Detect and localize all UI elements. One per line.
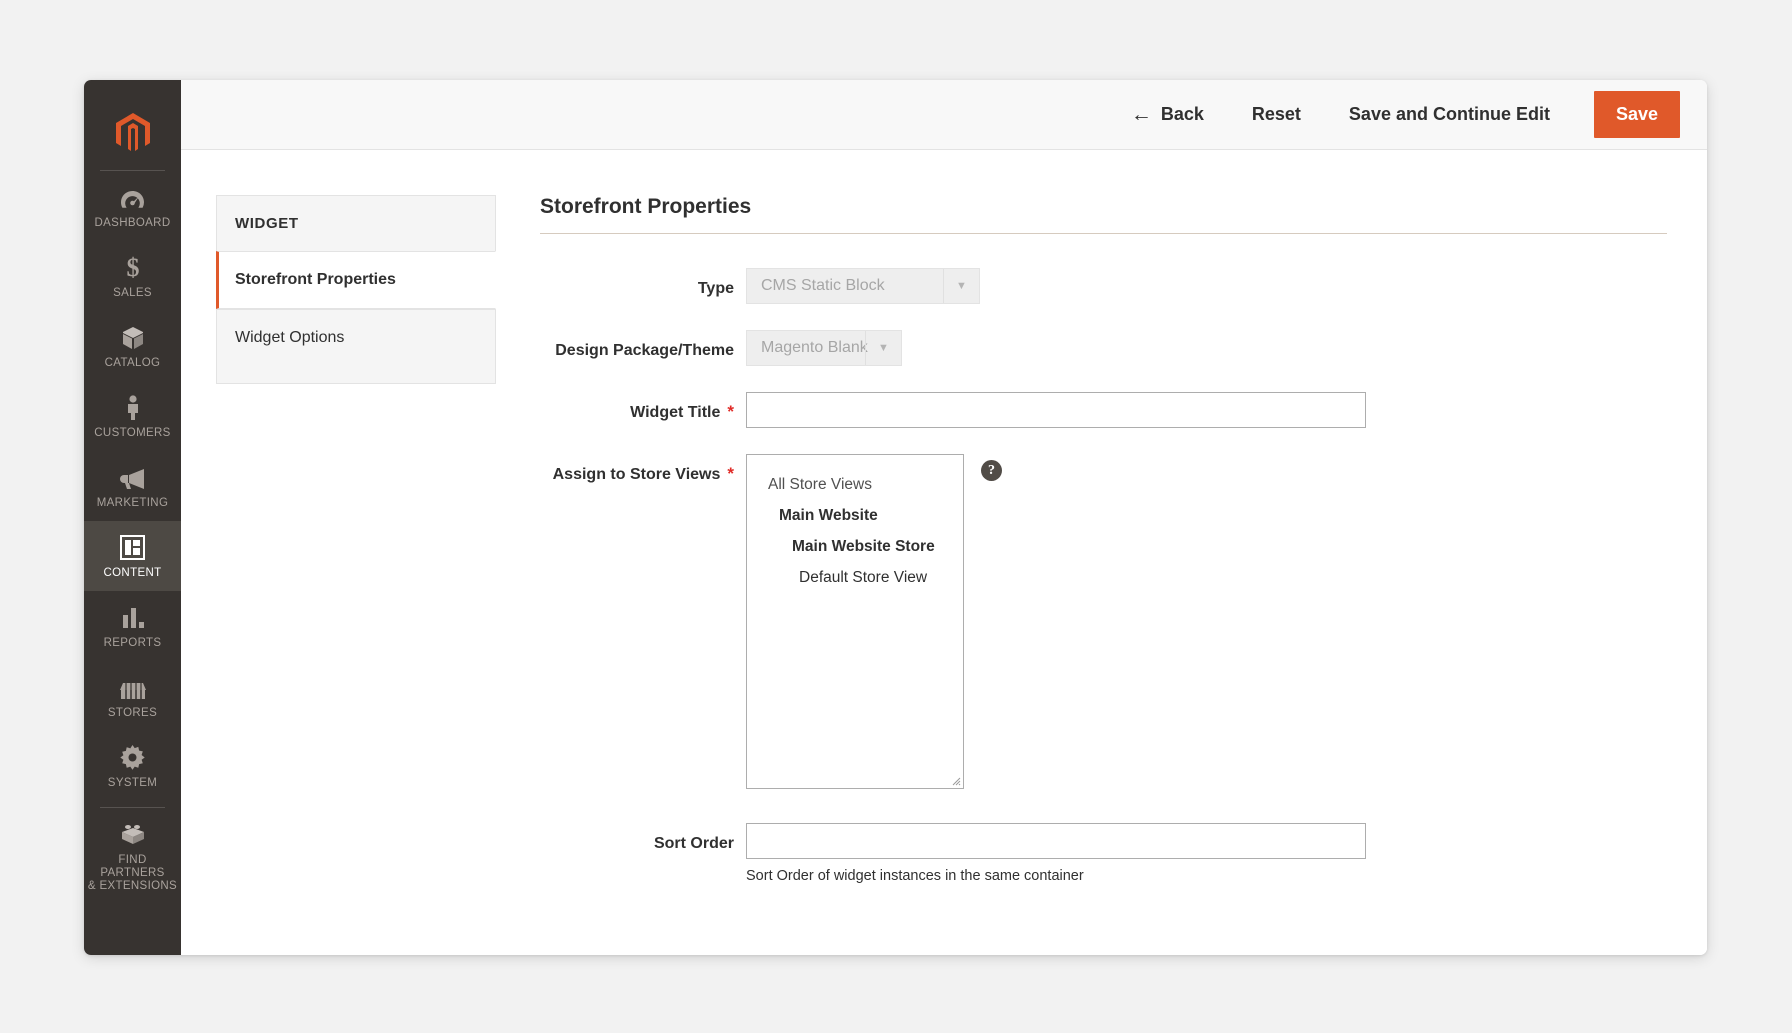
sidebar-item-stores[interactable]: STORES: [84, 661, 181, 731]
sidebar-item-customers[interactable]: CUSTOMERS: [84, 381, 181, 451]
person-icon: [125, 393, 141, 420]
widget-nav-heading: WIDGET: [216, 195, 496, 251]
sidebar-item-label: FIND PARTNERS & EXTENSIONS: [87, 854, 178, 892]
field-row-type: Type CMS Static Block ▼: [540, 268, 1667, 304]
sidebar-item-reports[interactable]: REPORTS: [84, 591, 181, 661]
back-button[interactable]: ← Back: [1119, 96, 1216, 133]
magento-logo[interactable]: [84, 102, 181, 164]
field-row-widget-title: Widget Title *: [540, 392, 1667, 428]
widget-title-label: Widget Title *: [540, 392, 746, 423]
widget-title-label-text: Widget Title: [630, 404, 721, 421]
type-label-text: Type: [697, 280, 734, 297]
reset-button[interactable]: Reset: [1240, 96, 1313, 133]
widget-title-input[interactable]: [746, 392, 1366, 428]
resize-grip-icon[interactable]: [949, 774, 961, 786]
sidebar-item-label: MARKETING: [96, 497, 169, 509]
required-marker: *: [727, 464, 734, 483]
save-and-continue-edit-label: Save and Continue Edit: [1348, 104, 1550, 124]
type-select-value: CMS Static Block: [761, 277, 885, 294]
widget-nav-item-widget-options[interactable]: Widget Options: [216, 309, 496, 384]
sidebar-item-catalog[interactable]: CATALOG: [84, 311, 181, 381]
sort-order-control: Sort Order of widget instances in the sa…: [746, 823, 1667, 884]
store-view-option-all[interactable]: All Store Views: [747, 469, 963, 500]
save-button[interactable]: Save: [1593, 91, 1680, 138]
sort-order-label: Sort Order: [540, 823, 746, 854]
sidebar-item-find-partners[interactable]: FIND PARTNERS & EXTENSIONS: [84, 808, 181, 904]
dashboard-gauge-icon: [120, 183, 145, 210]
widget-title-control: [746, 392, 1667, 428]
sidebar-item-system[interactable]: SYSTEM: [84, 731, 181, 801]
bar-chart-icon: [121, 603, 145, 630]
svg-text:$: $: [126, 254, 139, 280]
sidebar-item-dashboard[interactable]: DASHBOARD: [84, 171, 181, 241]
store-view-option-store-view[interactable]: Default Store View: [747, 562, 963, 593]
widget-nav-item-label: Storefront Properties: [235, 271, 396, 288]
sidebar-item-marketing[interactable]: MARKETING: [84, 451, 181, 521]
sort-order-input[interactable]: [746, 823, 1366, 859]
store-views-listbox[interactable]: All Store Views Main Website Main Websit…: [746, 454, 964, 789]
sort-order-note: Sort Order of widget instances in the sa…: [746, 868, 1084, 884]
sidebar-item-label: REPORTS: [103, 637, 162, 649]
design-theme-label: Design Package/Theme: [540, 330, 746, 361]
design-theme-label-text: Design Package/Theme: [555, 342, 734, 359]
design-theme-select[interactable]: Magento Blank ▼: [746, 330, 902, 366]
field-row-sort-order: Sort Order Sort Order of widget instance…: [540, 823, 1667, 884]
widget-nav-item-storefront-properties[interactable]: Storefront Properties: [216, 251, 496, 309]
page-body: WIDGET Storefront Properties Widget Opti…: [181, 150, 1707, 955]
design-theme-control: Magento Blank ▼: [746, 330, 1667, 366]
sidebar-item-content[interactable]: CONTENT: [84, 521, 181, 591]
megaphone-icon: [119, 463, 146, 490]
main-content-column: ← Back Reset Save and Continue Edit Save…: [181, 80, 1707, 955]
chevron-down-icon: ▼: [943, 269, 979, 303]
sidebar-item-label: CONTENT: [103, 567, 162, 579]
type-label: Type: [540, 268, 746, 299]
sidebar-item-label: SYSTEM: [107, 777, 158, 789]
sidebar-item-label: CUSTOMERS: [94, 427, 171, 439]
store-view-option-store-group[interactable]: Main Website Store: [747, 531, 963, 562]
storefront-properties-form: Storefront Properties Type CMS Static Bl…: [511, 195, 1707, 955]
sidebar-item-label: SALES: [113, 287, 152, 299]
sidebar-item-sales[interactable]: $ SALES: [84, 241, 181, 311]
page-title: Storefront Properties: [540, 195, 752, 218]
back-button-label: Back: [1160, 104, 1204, 124]
box-icon: [121, 323, 145, 350]
type-control: CMS Static Block ▼: [746, 268, 1667, 304]
required-marker: *: [727, 402, 734, 421]
admin-sidebar: DASHBOARD $ SALES CATALOG CUSTOMERS MARK…: [84, 80, 181, 955]
widget-nav-panel: WIDGET Storefront Properties Widget Opti…: [181, 195, 511, 955]
store-views-label-text: Assign to Store Views: [552, 466, 721, 483]
design-theme-select-value: Magento Blank: [761, 339, 868, 356]
lego-brick-icon: [120, 820, 146, 847]
store-view-option-website[interactable]: Main Website: [747, 500, 963, 531]
sort-order-label-text: Sort Order: [653, 835, 734, 852]
dollar-sign-icon: $: [125, 253, 141, 280]
admin-window: DASHBOARD $ SALES CATALOG CUSTOMERS MARK…: [84, 80, 1707, 955]
arrow-left-icon: ←: [1130, 103, 1152, 126]
save-and-continue-edit-button[interactable]: Save and Continue Edit: [1337, 96, 1562, 133]
field-row-store-views: Assign to Store Views * All Store Views …: [540, 454, 1667, 789]
section-divider: [540, 233, 1667, 234]
storefront-awning-icon: [119, 673, 146, 700]
page-action-bar: ← Back Reset Save and Continue Edit Save: [181, 80, 1707, 150]
field-row-design-theme: Design Package/Theme Magento Blank ▼: [540, 330, 1667, 366]
question-mark-help-icon[interactable]: ?: [981, 460, 1002, 481]
widget-nav-item-label: Widget Options: [235, 329, 345, 346]
sidebar-item-label: STORES: [107, 707, 158, 719]
save-button-label: Save: [1615, 104, 1658, 124]
type-select[interactable]: CMS Static Block ▼: [746, 268, 980, 304]
chevron-down-icon: ▼: [865, 331, 901, 365]
store-views-control: All Store Views Main Website Main Websit…: [746, 454, 1667, 789]
sidebar-item-label: DASHBOARD: [94, 217, 171, 229]
reset-button-label: Reset: [1251, 104, 1301, 124]
sidebar-item-label: CATALOG: [104, 357, 161, 369]
gear-icon: [120, 743, 145, 770]
layout-blocks-icon: [120, 533, 145, 560]
store-views-label: Assign to Store Views *: [540, 454, 746, 485]
